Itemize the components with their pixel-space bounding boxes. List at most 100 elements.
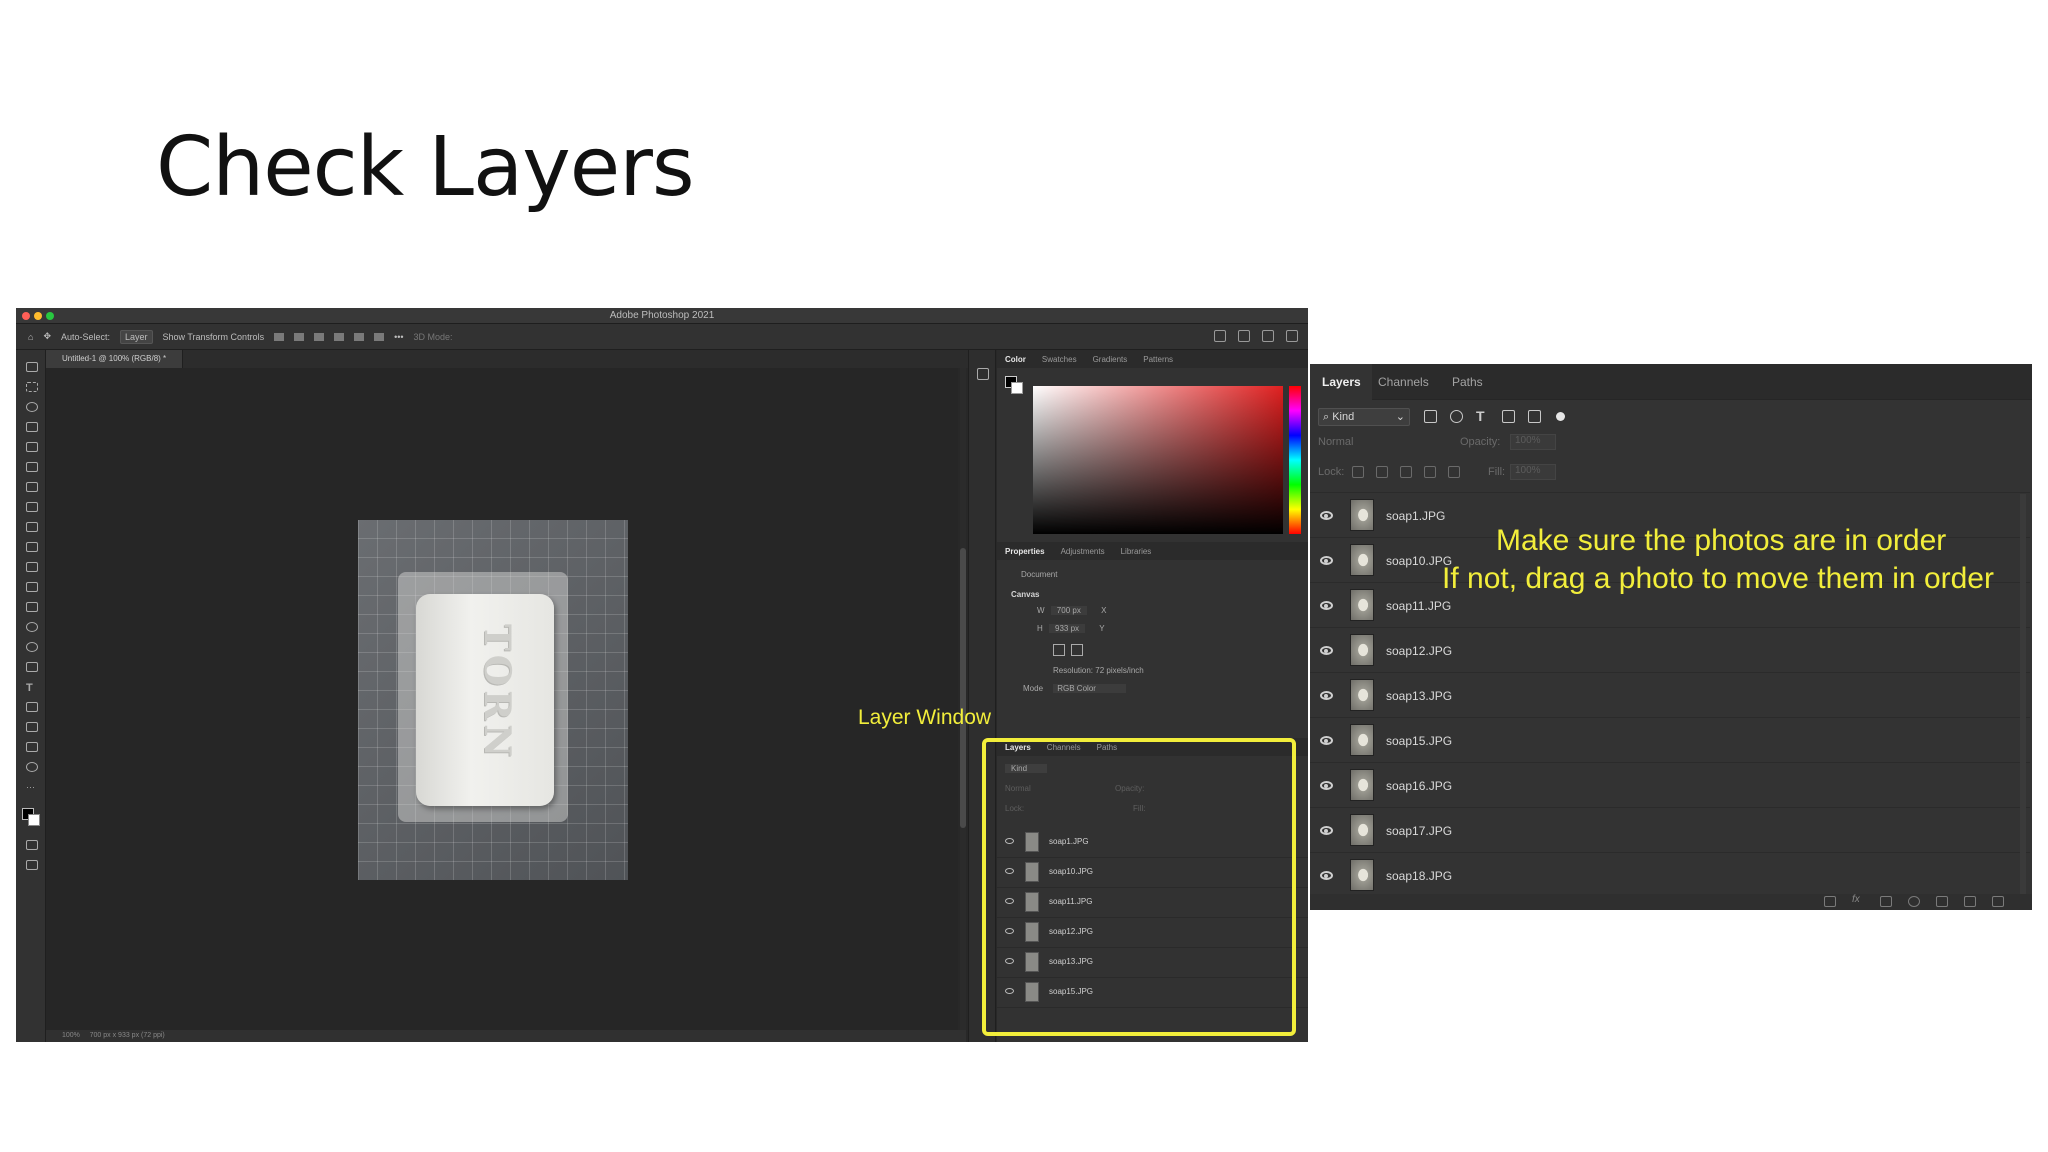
eye-icon[interactable] bbox=[1005, 988, 1014, 994]
blend-mode-dropdown[interactable]: Normal bbox=[1318, 436, 1353, 448]
marquee-tool-icon[interactable] bbox=[26, 382, 38, 392]
add-mask-icon[interactable] bbox=[1880, 896, 1892, 907]
history-icon[interactable] bbox=[977, 368, 989, 380]
canvas-scrollbar[interactable] bbox=[960, 368, 966, 1030]
workspace-icon[interactable] bbox=[1262, 330, 1274, 342]
eye-icon[interactable] bbox=[1320, 556, 1333, 565]
layer-row[interactable]: soap11.JPG bbox=[997, 888, 1308, 918]
tab-channels[interactable]: Channels bbox=[1378, 375, 1429, 389]
frame-tool-icon[interactable] bbox=[26, 462, 38, 472]
blur-tool-icon[interactable] bbox=[26, 622, 38, 632]
eye-icon[interactable] bbox=[1005, 958, 1014, 964]
eye-icon[interactable] bbox=[1320, 646, 1333, 655]
healing-brush-tool-icon[interactable] bbox=[26, 502, 38, 512]
fill-field[interactable]: 100% bbox=[1510, 464, 1556, 480]
eye-icon[interactable] bbox=[1005, 868, 1014, 874]
filter-smart-objects-icon[interactable] bbox=[1528, 410, 1541, 423]
brush-tool-icon[interactable] bbox=[26, 522, 38, 532]
new-group-icon[interactable] bbox=[1936, 896, 1948, 907]
hue-slider[interactable] bbox=[1289, 386, 1301, 534]
tab-swatches[interactable]: Swatches bbox=[1042, 355, 1077, 364]
tab-adjustments[interactable]: Adjustments bbox=[1061, 547, 1105, 556]
align-right-icon[interactable] bbox=[314, 332, 325, 341]
align-bottom-icon[interactable] bbox=[374, 332, 385, 341]
history-brush-tool-icon[interactable] bbox=[26, 562, 38, 572]
move-tool-icon[interactable] bbox=[26, 362, 38, 372]
pen-tool-icon[interactable] bbox=[26, 662, 38, 672]
tab-gradients[interactable]: Gradients bbox=[1093, 355, 1128, 364]
layer-row[interactable]: soap18.JPG bbox=[1310, 852, 2030, 897]
mode-dropdown[interactable]: RGB Color bbox=[1053, 684, 1126, 693]
type-tool-icon[interactable]: T bbox=[26, 682, 38, 694]
canvas-section-label[interactable]: Canvas bbox=[1011, 590, 1039, 599]
stamp-tool-icon[interactable] bbox=[26, 542, 38, 552]
zoom-level[interactable]: 100% bbox=[62, 1032, 80, 1039]
dodge-tool-icon[interactable] bbox=[26, 642, 38, 652]
align-center-icon[interactable] bbox=[294, 332, 305, 341]
move-tool-icon[interactable]: ✥ bbox=[43, 331, 51, 342]
tab-layers[interactable]: Layers bbox=[1322, 375, 1361, 389]
tab-paths[interactable]: Paths bbox=[1452, 375, 1483, 389]
tab-libraries[interactable]: Libraries bbox=[1121, 547, 1152, 556]
opacity-field[interactable]: 100% bbox=[1510, 434, 1556, 450]
eye-icon[interactable] bbox=[1320, 511, 1333, 520]
layer-row[interactable]: soap13.JPG bbox=[997, 948, 1308, 978]
filter-pixel-layers-icon[interactable] bbox=[1424, 410, 1437, 423]
align-top-icon[interactable] bbox=[334, 332, 345, 341]
lock-artboard-icon[interactable] bbox=[1424, 466, 1436, 478]
layer-filter-dropdown[interactable]: Kind bbox=[1005, 764, 1048, 773]
eye-icon[interactable] bbox=[1005, 898, 1014, 904]
layer-row[interactable]: soap12.JPG bbox=[997, 918, 1308, 948]
path-selection-tool-icon[interactable] bbox=[26, 702, 38, 712]
align-middle-icon[interactable] bbox=[354, 332, 365, 341]
canvas-photo[interactable]: TORN bbox=[358, 520, 628, 880]
rectangle-tool-icon[interactable] bbox=[26, 722, 38, 732]
eye-icon[interactable] bbox=[1320, 826, 1333, 835]
align-left-icon[interactable] bbox=[274, 332, 285, 341]
eye-icon[interactable] bbox=[1320, 601, 1333, 610]
layer-row[interactable]: soap17.JPG bbox=[1310, 807, 2030, 852]
tab-paths[interactable]: Paths bbox=[1097, 743, 1117, 752]
layer-row[interactable]: soap13.JPG bbox=[1310, 672, 2030, 717]
layer-row[interactable]: soap1.JPG bbox=[997, 828, 1308, 858]
color-picker-field[interactable] bbox=[1033, 386, 1283, 534]
layer-filter-dropdown[interactable]: ⌕ Kind ⌄ bbox=[1318, 408, 1410, 426]
search-icon[interactable] bbox=[1238, 330, 1250, 342]
home-icon[interactable]: ⌂ bbox=[28, 332, 33, 342]
crop-tool-icon[interactable] bbox=[26, 442, 38, 452]
zoom-tool-icon[interactable] bbox=[26, 762, 38, 772]
document-tab[interactable]: Untitled-1 @ 100% (RGB/8) * bbox=[46, 350, 184, 368]
new-layer-icon[interactable] bbox=[1964, 896, 1976, 907]
eye-icon[interactable] bbox=[1320, 736, 1333, 745]
background-color-swatch[interactable] bbox=[28, 814, 40, 826]
layer-row[interactable]: soap16.JPG bbox=[1310, 762, 2030, 807]
more-tools-icon[interactable]: ··· bbox=[26, 782, 38, 792]
layers-scrollbar[interactable] bbox=[2020, 494, 2026, 894]
quick-select-tool-icon[interactable] bbox=[26, 422, 38, 432]
eye-icon[interactable] bbox=[1320, 691, 1333, 700]
eyedropper-tool-icon[interactable] bbox=[26, 482, 38, 492]
tab-color[interactable]: Color bbox=[1005, 355, 1026, 364]
lasso-tool-icon[interactable] bbox=[26, 402, 38, 412]
layer-row[interactable]: soap15.JPG bbox=[997, 978, 1308, 1008]
eye-icon[interactable] bbox=[1005, 838, 1014, 844]
eye-icon[interactable] bbox=[1320, 871, 1333, 880]
width-field[interactable]: 700 px bbox=[1050, 606, 1087, 615]
link-layers-icon[interactable] bbox=[1824, 896, 1836, 907]
tab-layers[interactable]: Layers bbox=[1005, 743, 1031, 752]
filter-adjustment-layers-icon[interactable] bbox=[1450, 410, 1463, 423]
export-icon[interactable] bbox=[1286, 330, 1298, 342]
tab-properties[interactable]: Properties bbox=[1005, 547, 1045, 556]
screen-mode-icon[interactable] bbox=[26, 860, 38, 870]
lock-image-icon[interactable] bbox=[1376, 466, 1388, 478]
eye-icon[interactable] bbox=[1005, 928, 1014, 934]
gradient-tool-icon[interactable] bbox=[26, 602, 38, 612]
tab-channels[interactable]: Channels bbox=[1047, 743, 1081, 752]
height-field[interactable]: 933 px bbox=[1049, 624, 1086, 633]
filter-shape-layers-icon[interactable] bbox=[1502, 410, 1515, 423]
eye-icon[interactable] bbox=[1320, 781, 1333, 790]
filter-toggle-icon[interactable] bbox=[1556, 412, 1565, 421]
adjustment-layer-icon[interactable] bbox=[1908, 896, 1920, 907]
layer-row[interactable]: soap15.JPG bbox=[1310, 717, 2030, 762]
layer-row[interactable]: soap10.JPG bbox=[997, 858, 1308, 888]
